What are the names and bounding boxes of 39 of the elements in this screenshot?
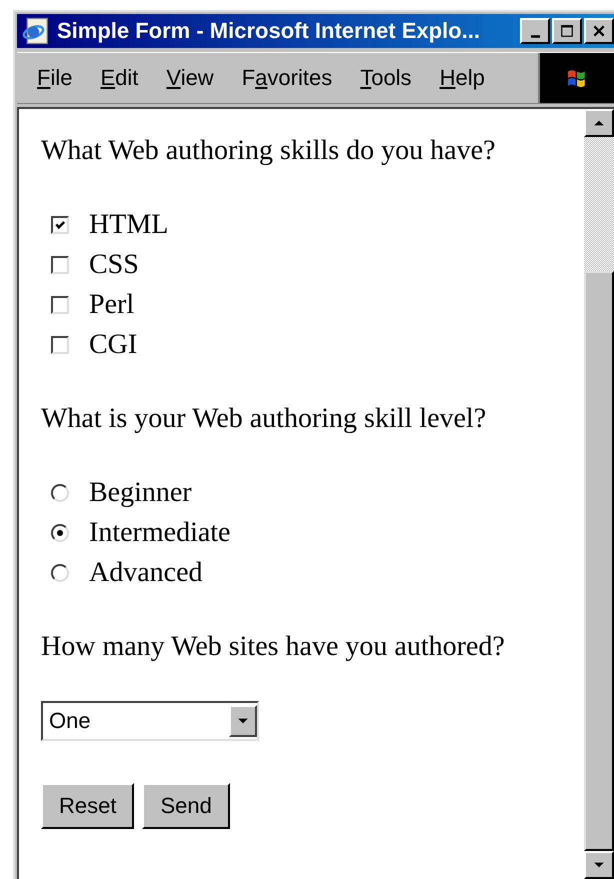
scroll-thumb[interactable] — [584, 271, 614, 851]
radio-label: Advanced — [89, 556, 203, 590]
checkbox[interactable] — [51, 216, 69, 234]
checkbox-label: CSS — [89, 248, 139, 282]
minimize-button[interactable] — [520, 18, 550, 44]
maximize-icon — [560, 24, 574, 38]
checkbox-label: Perl — [89, 288, 134, 322]
checkbox[interactable] — [51, 296, 69, 314]
maximize-button[interactable] — [552, 18, 582, 44]
menu-item[interactable]: File — [37, 65, 72, 91]
menu-item[interactable]: Favorites — [242, 65, 332, 91]
radio-label: Beginner — [89, 476, 192, 510]
form-button[interactable]: Send — [142, 783, 230, 829]
close-button[interactable] — [584, 18, 614, 44]
radio-button[interactable] — [51, 524, 69, 542]
menu-item[interactable]: View — [166, 65, 214, 91]
radio-button[interactable] — [51, 484, 69, 502]
checkbox-label: CGI — [89, 328, 138, 362]
menu-item[interactable]: Help — [440, 65, 485, 91]
checkbox-label: HTML — [89, 208, 168, 242]
dropdown[interactable]: One — [41, 701, 259, 741]
browser-logo-icon — [21, 16, 51, 46]
checkbox[interactable] — [51, 256, 69, 274]
radio-button[interactable] — [51, 564, 69, 582]
question-text: What Web authoring skills do you have? — [41, 134, 496, 168]
menu-item[interactable]: Edit — [100, 65, 138, 91]
form-button[interactable]: Reset — [41, 783, 134, 829]
radio-label: Intermediate — [89, 516, 230, 550]
minimize-icon — [530, 34, 540, 38]
scroll-down-button[interactable] — [584, 851, 614, 879]
vertical-scrollbar[interactable] — [584, 109, 614, 879]
menu-item[interactable]: Tools — [360, 65, 412, 91]
checkmark-icon — [54, 219, 66, 231]
question-text: What is your Web authoring skill level? — [41, 402, 488, 436]
question-text: How many Web sites have you authored? — [41, 630, 506, 664]
scroll-up-button[interactable] — [584, 109, 614, 137]
close-icon — [592, 24, 606, 38]
checkbox[interactable] — [51, 336, 69, 354]
window-title: Simple Form - Microsoft Internet Explo... — [57, 18, 481, 44]
